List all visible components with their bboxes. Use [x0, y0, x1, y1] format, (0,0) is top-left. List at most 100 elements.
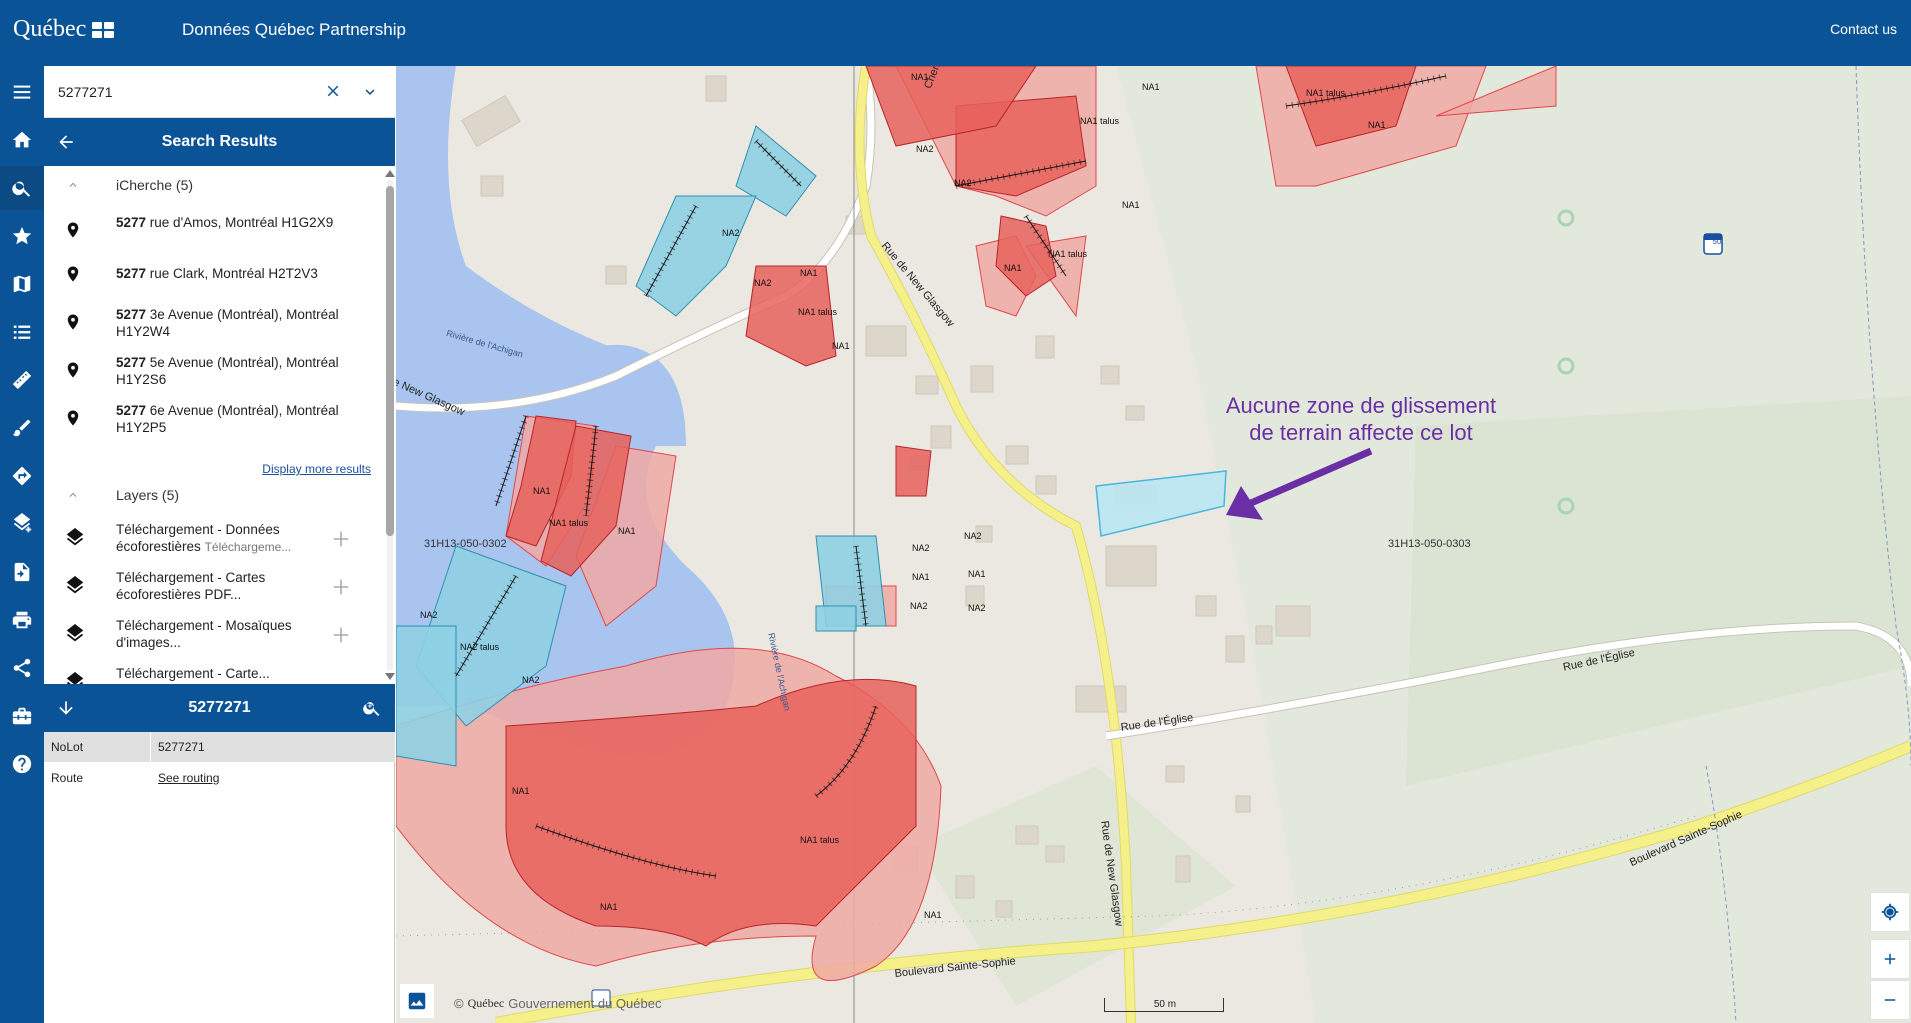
map-attribution: © Québec Gouvernement du Québec	[454, 996, 661, 1011]
search-options-button[interactable]	[358, 80, 382, 104]
toolbox-icon	[12, 707, 32, 725]
layer-item[interactable]: Téléchargement - Carte...	[44, 660, 384, 684]
add-layer-plus-icon[interactable]	[330, 528, 352, 550]
crosshair-icon	[1881, 903, 1899, 921]
zone-label: NA2	[722, 228, 740, 238]
quebec-logo[interactable]: Québec	[13, 16, 115, 43]
lot-label: 31H13-050-0302	[424, 538, 507, 550]
directions-button[interactable]	[0, 454, 44, 498]
layers-list-button[interactable]	[0, 310, 44, 354]
share-button[interactable]	[0, 646, 44, 690]
result-text: 5277 rue Clark, Montréal H2T2V3	[116, 266, 318, 281]
scroll-down-icon[interactable]	[385, 673, 395, 680]
zone-label: NA1	[512, 786, 530, 796]
icherche-group-toggle[interactable]: iCherche (5)	[44, 170, 384, 200]
map-view[interactable]: NA2 NA2 NA2 NA2 NA1 NA1 talus NA1 NA1 NA…	[396, 66, 1911, 1023]
zone-label: NA1	[924, 910, 942, 920]
clear-search-button[interactable]	[320, 78, 346, 104]
left-toolbar	[0, 66, 44, 1023]
zone-label: NA2	[420, 610, 438, 620]
results-scrollbar[interactable]	[385, 170, 395, 680]
app-title: Données Québec Partnership	[182, 20, 406, 39]
map-pin-icon	[67, 314, 79, 330]
annotation-line: Aucune zone de glissement	[1225, 393, 1497, 418]
search-panel: Search Results iCherche (5) 5277 rue d'A…	[44, 66, 395, 1023]
draw-button[interactable]	[0, 406, 44, 450]
image-icon	[408, 992, 426, 1010]
home-icon	[12, 131, 32, 148]
lot-detail-title: 5277271	[188, 699, 251, 716]
result-item[interactable]: 5277 rue Clark, Montréal H2T2V3	[44, 252, 384, 296]
app-root: Québec Données Québec Partnership Contac…	[0, 0, 1911, 1023]
layer-title: Téléchargement - Données écoforestières …	[116, 522, 292, 554]
zone-label: NA1	[600, 902, 618, 912]
help-icon	[12, 754, 32, 774]
search-input[interactable]	[58, 80, 318, 104]
zone-label: NA1	[968, 569, 986, 579]
layer-title: Téléchargement - Cartes écoforestières P…	[116, 570, 266, 602]
layer-item[interactable]: Téléchargement - Mosaïques d'images...	[44, 612, 384, 658]
layers-group-toggle[interactable]: Layers (5)	[44, 480, 384, 510]
measure-button[interactable]	[0, 358, 44, 402]
result-item[interactable]: 5277 6e Avenue (Montréal), Montréal H1Y2…	[44, 396, 384, 440]
map-button[interactable]	[0, 262, 44, 306]
layers-icon	[66, 672, 84, 684]
layer-title: Téléchargement - Mosaïques d'images...	[116, 618, 292, 650]
contact-us-link[interactable]: Contact us	[1830, 21, 1897, 37]
zoom-to-feature-button[interactable]	[360, 696, 384, 720]
detail-key: NoLot	[44, 732, 150, 762]
layers-icon	[66, 576, 84, 594]
slope-annotation: Aucune zone de glissement de terrain aff…	[1196, 392, 1526, 446]
zone-label: NA1	[1004, 263, 1022, 273]
home-button[interactable]	[0, 118, 44, 162]
zone-label: NA1	[1368, 120, 1386, 130]
search-button[interactable]	[0, 166, 44, 210]
export-button[interactable]	[0, 550, 44, 594]
detail-value: See routing	[151, 763, 395, 793]
layer-item[interactable]: Téléchargement - Données écoforestières …	[44, 516, 384, 562]
zone-label: NA1	[832, 341, 850, 351]
display-more-results-link[interactable]: Display more results	[262, 462, 371, 476]
zone-label: NA2	[912, 543, 930, 553]
zone-label: NA2	[968, 603, 986, 613]
zone-label: NA2	[916, 144, 934, 154]
zone-label: NA2	[754, 278, 772, 288]
search-bar	[44, 66, 395, 118]
print-button[interactable]	[0, 598, 44, 642]
copyright-icon: ©	[454, 996, 464, 1011]
share-icon	[13, 658, 31, 678]
add-layer-plus-icon[interactable]	[330, 576, 352, 598]
map-pin-icon	[67, 222, 79, 238]
toolbox-button[interactable]	[0, 694, 44, 738]
annotation-line: de terrain affecte ce lot	[1249, 420, 1473, 445]
top-header: Québec Données Québec Partnership Contac…	[0, 0, 1911, 66]
map-canvas[interactable]	[396, 66, 1911, 1023]
result-item[interactable]: 5277 rue d'Amos, Montréal H1G2X9	[44, 208, 384, 252]
help-button[interactable]	[0, 742, 44, 786]
zoom-in-button[interactable]	[1870, 939, 1910, 979]
lot-detail-table: NoLot 5277271 Route See routing	[44, 732, 395, 794]
map-pin-icon	[67, 410, 79, 426]
chevron-up-icon	[69, 182, 77, 187]
zoom-out-button[interactable]	[1870, 980, 1910, 1020]
result-text: 5277 6e Avenue (Montréal), Montréal H1Y2…	[116, 403, 339, 435]
results-title: Search Results	[161, 133, 278, 150]
result-item[interactable]: 5277 5e Avenue (Montréal), Montréal H1Y2…	[44, 348, 384, 392]
basemap-switcher-button[interactable]	[400, 984, 434, 1018]
add-layer-plus-icon[interactable]	[330, 624, 352, 646]
ruler-icon	[12, 370, 32, 390]
favorites-button[interactable]	[0, 214, 44, 258]
zone-label: NA1 talus	[1048, 249, 1088, 259]
scroll-up-icon[interactable]	[385, 170, 395, 177]
result-item[interactable]: 5277 3e Avenue (Montréal), Montréal H1Y2…	[44, 300, 384, 344]
geolocate-button[interactable]	[1870, 892, 1910, 932]
layer-item[interactable]: Téléchargement - Cartes écoforestières P…	[44, 564, 384, 610]
search-results-header: Search Results	[44, 118, 395, 166]
zone-label: NA1 talus	[798, 307, 838, 317]
scrollbar-thumb[interactable]	[386, 186, 394, 536]
menu-button[interactable]	[0, 70, 44, 114]
layer-title: Téléchargement - Carte...	[116, 666, 270, 681]
see-routing-link[interactable]: See routing	[158, 771, 219, 785]
add-layer-button[interactable]	[0, 502, 44, 546]
minus-icon	[1884, 999, 1896, 1001]
